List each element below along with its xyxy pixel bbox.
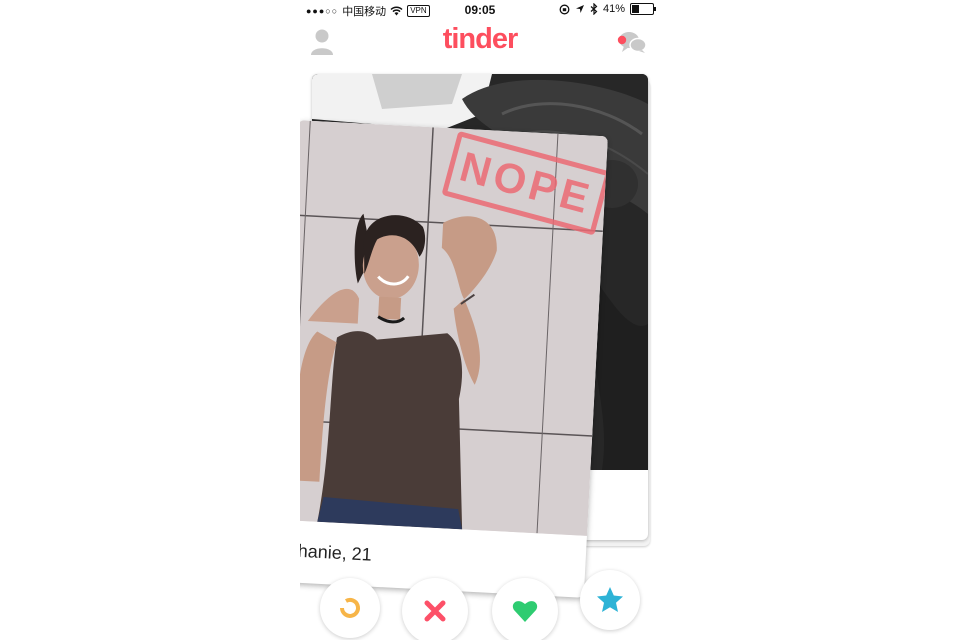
rewind-button[interactable] [320,578,380,638]
orientation-lock-icon [559,4,570,14]
messages-button[interactable] [614,30,648,54]
top-nav: tinder [300,20,660,64]
heart-icon [512,601,538,622]
location-arrow-icon [575,5,584,13]
status-right: 41% [559,3,656,15]
star-icon [597,587,623,612]
battery-percent: 41% [602,3,625,15]
status-bar: ●●●○○ 中国移动 VPN 09:05 41% [300,0,660,20]
phone-screen: ●●●○○ 中国移动 VPN 09:05 41% tinder NOPE oha… [300,0,660,640]
tinder-logo: tinder [442,23,519,55]
battery-level-fill [632,5,640,13]
nope-button[interactable] [402,578,468,640]
profile-photo: NOPE [300,120,608,536]
battery-icon [630,3,656,15]
profile-name-age: ohanie, 21 [300,540,373,565]
super-like-button[interactable] [580,570,640,630]
action-bar [300,570,660,640]
close-icon [424,600,446,622]
profile-card[interactable]: NOPE ohanie, 21 [300,120,608,598]
bluetooth-icon [590,3,598,15]
chat-bubbles-icon [617,32,647,53]
like-button[interactable] [492,578,558,640]
rewind-icon [340,597,360,618]
